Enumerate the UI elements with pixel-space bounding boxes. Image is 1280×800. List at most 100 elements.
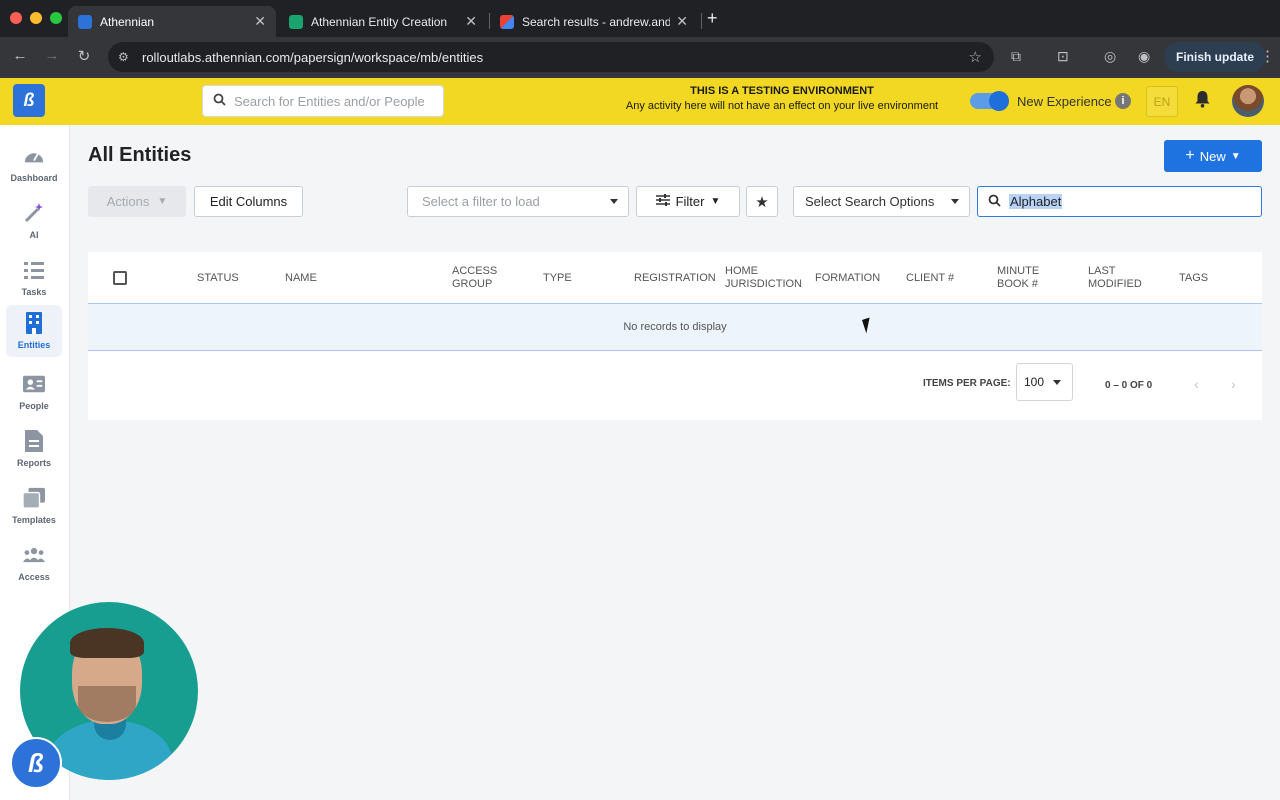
extensions-icon[interactable]: ⧉ (1011, 48, 1021, 65)
column-header-registration[interactable]: REGISTRATION (634, 252, 716, 304)
id-card-icon (23, 373, 45, 395)
new-button-label: New (1199, 148, 1226, 164)
sheets-favicon-icon (289, 14, 303, 29)
finish-update-button[interactable]: Finish update (1164, 42, 1266, 72)
new-experience-label: New Experience (1017, 94, 1112, 109)
magic-wand-icon (23, 202, 45, 224)
performance-icon[interactable]: ◎ (1104, 48, 1116, 65)
search-icon (213, 93, 226, 109)
browser-tab-entity-creation[interactable]: Athennian Entity Creation ✕ (279, 6, 487, 37)
entities-table: STATUS NAME ACCESS GROUP TYPE REGISTRATI… (88, 252, 1262, 420)
env-subtitle: Any activity here will not have an effec… (625, 100, 939, 112)
edit-columns-button[interactable]: Edit Columns (194, 186, 303, 217)
sidebar-item-label: AI (29, 230, 39, 240)
select-all-checkbox[interactable] (113, 271, 127, 285)
column-header-client-number[interactable]: CLIENT # (906, 252, 954, 304)
sidebar-item-reports[interactable]: Reports (6, 426, 62, 476)
user-avatar[interactable] (1232, 85, 1264, 117)
column-header-last-modified[interactable]: LAST MODIFIED (1088, 252, 1148, 304)
close-tab-icon[interactable]: ✕ (254, 13, 266, 30)
filter-button[interactable]: Filter ▼ (636, 186, 740, 217)
profile-icon[interactable]: ◉ (1138, 48, 1150, 65)
sidebar-item-label: People (19, 401, 49, 411)
chevron-right-icon[interactable]: › (1231, 376, 1236, 392)
sidebar-item-label: Access (18, 572, 50, 582)
column-header-status[interactable]: STATUS (197, 252, 239, 304)
back-arrow-icon[interactable]: ← (10, 47, 30, 64)
maximize-window-button[interactable] (50, 12, 62, 24)
minimize-window-button[interactable] (30, 12, 42, 24)
search-options-label: Select Search Options (805, 194, 935, 209)
athennian-badge-icon[interactable]: ß (10, 737, 62, 789)
checklist-icon (23, 259, 45, 281)
global-search-input[interactable] (234, 93, 434, 109)
chevron-left-icon[interactable]: ‹ (1194, 376, 1199, 392)
tab-title: Search results - andrew.ande (522, 14, 671, 29)
browser-toolbar: ← → ↻ ⚙ rolloutlabs.athennian.com/papers… (0, 37, 1280, 78)
athennian-logo[interactable]: ß (13, 84, 45, 117)
language-label: EN (1153, 94, 1171, 109)
reload-icon[interactable]: ↻ (74, 47, 94, 65)
empty-message: No records to display (623, 321, 727, 333)
sidebar-item-access[interactable]: Access (6, 540, 62, 590)
edit-columns-label: Edit Columns (209, 194, 288, 209)
finish-update-label: Finish update (1176, 50, 1254, 64)
tab-search-icon[interactable]: ⊡ (1057, 48, 1069, 65)
browser-menu-icon[interactable]: ⋮ (1260, 47, 1275, 65)
info-icon[interactable]: i (1115, 93, 1131, 109)
column-header-name[interactable]: NAME (285, 252, 317, 304)
caret-down-icon (610, 199, 618, 204)
sidebar-item-people[interactable]: People (6, 369, 62, 419)
new-experience-toggle[interactable] (970, 91, 1009, 111)
column-header-home-jurisdiction[interactable]: HOME JURISDICTION (725, 252, 805, 304)
browser-tab-bar: Athennian ✕ Athennian Entity Creation ✕ … (0, 0, 1280, 37)
athennian-favicon-icon (78, 14, 92, 29)
new-tab-icon[interactable]: + (707, 8, 718, 29)
site-settings-icon[interactable]: ⚙ (118, 50, 134, 64)
building-icon (23, 312, 45, 334)
browser-tab-athennian[interactable]: Athennian ✕ (68, 6, 276, 37)
chevron-down-icon: ▼ (157, 196, 168, 207)
column-header-tags[interactable]: TAGS (1179, 252, 1208, 304)
sidebar-item-entities[interactable]: Entities (6, 305, 62, 357)
sidebar-item-label: Entities (17, 340, 51, 350)
forward-arrow-icon[interactable]: → (42, 47, 62, 64)
table-header: STATUS NAME ACCESS GROUP TYPE REGISTRATI… (88, 252, 1262, 304)
bookmark-star-icon[interactable]: ☆ (969, 48, 982, 66)
sidebar-item-tasks[interactable]: Tasks (6, 255, 62, 305)
column-header-access-group[interactable]: ACCESS GROUP (452, 252, 512, 304)
webcam-beard (78, 686, 136, 722)
empty-state-row: No records to display (88, 304, 1262, 351)
language-selector[interactable]: EN (1146, 86, 1178, 117)
column-header-minute-book[interactable]: MINUTE BOOK # (997, 252, 1057, 304)
entity-search-value[interactable]: Alphabet (1009, 194, 1063, 209)
items-per-page-select[interactable]: 100 (1016, 363, 1073, 401)
browser-tab-gmail[interactable]: Search results - andrew.ande ✕ (490, 6, 698, 37)
sidebar-item-templates[interactable]: Templates (6, 483, 62, 533)
notification-bell-icon[interactable] (1194, 90, 1211, 113)
close-tab-icon[interactable]: ✕ (676, 13, 688, 30)
sidebar-item-label: Reports (16, 458, 51, 468)
env-title: THIS IS A TESTING ENVIRONMENT (690, 85, 874, 97)
close-window-button[interactable] (10, 12, 22, 24)
favorite-filter-button[interactable]: ★ (746, 186, 778, 217)
app-header: ß THIS IS A TESTING ENVIRONMENT Any acti… (0, 78, 1280, 125)
sidebar-item-dashboard[interactable]: Dashboard (6, 141, 62, 191)
actions-button[interactable]: Actions ▼ (88, 186, 186, 217)
column-header-type[interactable]: TYPE (543, 252, 572, 304)
star-icon: ★ (755, 193, 769, 211)
gauge-icon (23, 145, 45, 167)
sidebar-item-ai[interactable]: AI (6, 198, 62, 248)
url-text[interactable]: rolloutlabs.athennian.com/papersign/work… (142, 50, 483, 65)
search-options-select[interactable]: Select Search Options (793, 186, 970, 217)
saved-filter-select[interactable]: Select a filter to load (407, 186, 629, 217)
close-tab-icon[interactable]: ✕ (465, 13, 477, 30)
chevron-down-icon: ▼ (710, 196, 721, 207)
toggle-knob (989, 91, 1009, 111)
entity-search-field[interactable]: Alphabet (977, 186, 1262, 217)
column-header-formation[interactable]: FORMATION (815, 252, 880, 304)
address-bar[interactable]: ⚙ rolloutlabs.athennian.com/papersign/wo… (108, 42, 994, 72)
new-button[interactable]: + New ▼ (1164, 140, 1262, 172)
saved-filter-placeholder: Select a filter to load (422, 194, 540, 209)
global-search-box[interactable] (202, 85, 444, 117)
